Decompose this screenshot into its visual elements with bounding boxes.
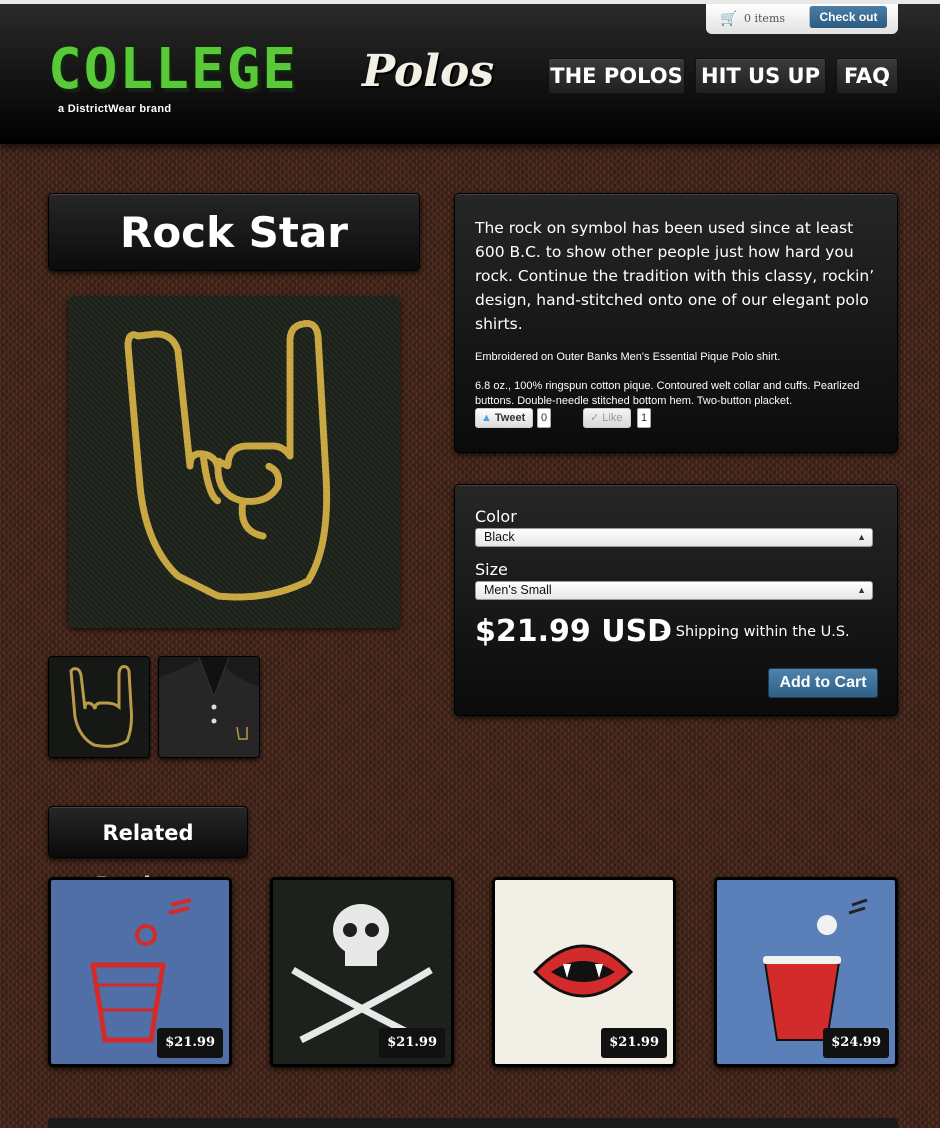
related-products-heading-panel: Related Products (48, 806, 248, 897)
related-price-3: $21.99 (601, 1028, 667, 1058)
related-price-2: $21.99 (379, 1028, 445, 1058)
related-product-2[interactable]: $21.99 (270, 877, 454, 1067)
product-description: The rock on symbol has been used since a… (475, 219, 875, 333)
tweet-label: Tweet (494, 412, 526, 424)
thumbnail-polo-shirt[interactable] (158, 656, 260, 758)
product-detail-shirt: Embroidered on Outer Banks Men's Essenti… (475, 351, 781, 363)
price-row: $21.99 USD + Shipping within the U.S. (475, 614, 877, 654)
twitter-bird-icon: ▲ (481, 412, 492, 424)
nav-the-polos[interactable]: THE POLOS (548, 58, 685, 94)
product-title: Rock Star (119, 208, 349, 257)
product-title-panel: Rock Star (48, 193, 420, 271)
cart-bar: 🛒 0 items Check out (706, 4, 898, 34)
related-price-1: $21.99 (157, 1028, 223, 1058)
polo-shirt-icon (159, 657, 259, 757)
rock-hand-embroidery-icon (124, 320, 331, 601)
like-label: Like (602, 412, 623, 424)
rock-hand-thumb-icon (69, 665, 133, 748)
product-description-panel: The rock on symbol has been used since a… (454, 193, 898, 453)
like-button[interactable]: ✓ Like (583, 408, 631, 428)
footer-strip (48, 1118, 898, 1128)
cart-icon[interactable]: 🛒 (720, 10, 737, 27)
like-count: 1 (637, 408, 652, 428)
add-to-cart-button[interactable]: Add to Cart (768, 668, 878, 698)
size-select[interactable]: Men's Small ▲ (475, 581, 873, 600)
cart-count[interactable]: 0 items (744, 12, 785, 25)
color-select[interactable]: Black ▲ (475, 528, 873, 547)
shipping-note: + Shipping within the U.S. (659, 624, 850, 640)
logo-script[interactable]: Polos (362, 44, 494, 100)
purchase-options-panel: Color Black ▲ Size Men's Small ▲ $21.99 … (454, 484, 898, 716)
select-arrows-icon: ▲ (857, 532, 866, 542)
size-label: Size (475, 560, 508, 579)
logo-wordmark[interactable]: COLLEGE (48, 42, 298, 98)
select-arrows-icon: ▲ (857, 585, 866, 595)
tweet-count: 0 (537, 408, 552, 428)
product-price: $21.99 USD (475, 614, 673, 649)
brand-tagline: a DistrictWear brand (58, 103, 172, 115)
checkout-button[interactable]: Check out (809, 6, 887, 28)
related-product-1[interactable]: $21.99 (48, 877, 232, 1067)
thumbs-up-icon: ✓ (590, 412, 603, 424)
nav-faq[interactable]: FAQ (836, 58, 898, 94)
thumbnail-embroidery[interactable] (48, 656, 150, 758)
nav-hit-us-up[interactable]: HIT US UP (695, 58, 826, 94)
related-product-4[interactable]: $24.99 (714, 877, 898, 1067)
related-price-4: $24.99 (823, 1028, 889, 1058)
related-product-3[interactable]: $21.99 (492, 877, 676, 1067)
color-label: Color (475, 507, 517, 526)
product-main-image[interactable] (68, 296, 400, 628)
product-detail-fabric: 6.8 oz., 100% ringspun cotton pique. Con… (475, 380, 860, 407)
tweet-button[interactable]: ▲ Tweet (475, 408, 533, 428)
color-select-value: Black (484, 530, 515, 544)
size-select-value: Men's Small (484, 583, 552, 597)
